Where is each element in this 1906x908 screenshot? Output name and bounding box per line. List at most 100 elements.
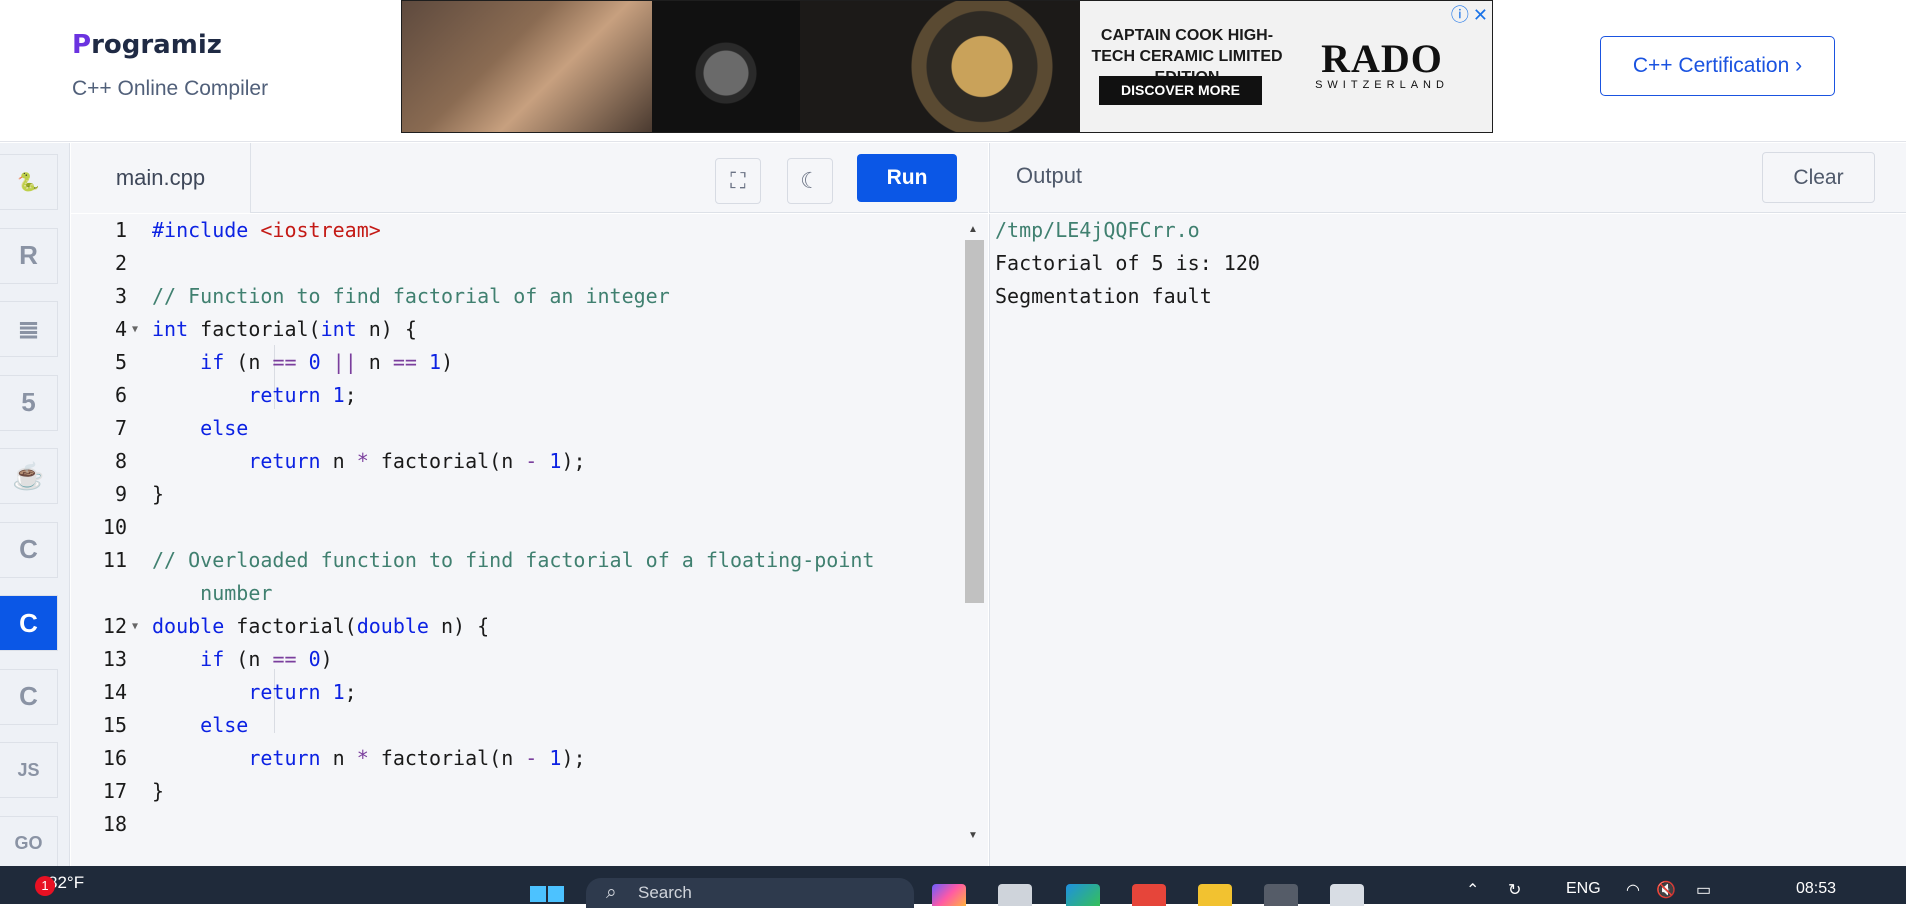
code-line[interactable]: 13 if (n == 0) xyxy=(71,643,971,676)
sidebar-item-c[interactable]: C xyxy=(0,521,58,578)
code-line[interactable]: 14 return 1; xyxy=(71,676,971,709)
file-tab-main-cpp[interactable]: main.cpp xyxy=(71,143,251,213)
ad-image-watch-closeup xyxy=(800,1,1080,132)
edge-browser-icon[interactable] xyxy=(1066,884,1100,906)
code-line[interactable]: 17} xyxy=(71,775,971,808)
ad-discover-more-button[interactable]: DISCOVER MORE xyxy=(1099,76,1262,105)
sidebar-item-r[interactable]: R xyxy=(0,227,58,284)
code-line[interactable]: 18 xyxy=(71,808,971,841)
line-number: 9 xyxy=(114,482,127,506)
sidebar-item-java[interactable]: ☕ xyxy=(0,448,58,504)
sidebar-item-sql[interactable]: ≣ xyxy=(0,301,58,357)
database-icon: ≣ xyxy=(17,313,40,344)
python-icon: 🐍 xyxy=(17,171,40,192)
chrome-icon[interactable] xyxy=(1264,884,1298,906)
code-line[interactable]: 1 #include <iostream> xyxy=(71,214,971,247)
code-text: return n * factorial(n - 1); xyxy=(248,449,586,473)
code-line[interactable]: 11 // Overloaded function to find factori… xyxy=(71,544,971,577)
line-number: 11 xyxy=(102,548,127,572)
code-text: // Function to find factorial of an inte… xyxy=(152,284,670,308)
ad-controls: ⓘ ✕ xyxy=(1447,1,1488,27)
line-number: 17 xyxy=(102,779,127,803)
scroll-down-arrow-icon[interactable]: ▼ xyxy=(968,830,978,841)
code-text: double factorial(double n) { xyxy=(152,614,490,638)
code-line[interactable]: 4 ▼ int factorial(int n) { xyxy=(71,313,971,346)
battery-icon[interactable]: ▭ xyxy=(1696,880,1711,900)
code-text: else xyxy=(200,416,249,440)
line-number: 13 xyxy=(102,647,127,671)
java-icon: ☕ xyxy=(12,460,45,491)
run-button[interactable]: Run xyxy=(857,154,957,202)
code-line[interactable]: 3 // Function to find factorial of an int… xyxy=(71,280,971,313)
csharp-icon: C xyxy=(19,681,38,711)
store-icon[interactable] xyxy=(1132,884,1166,906)
code-line[interactable]: 12 ▼ double factorial(double n) { xyxy=(71,610,971,643)
certification-button[interactable]: C++ Certification › xyxy=(1600,36,1835,96)
code-editor[interactable]: 1 #include <iostream> 2 3 // Function to fin… xyxy=(71,214,988,866)
windows-start-icon[interactable] xyxy=(530,886,564,904)
ad-brand-logo: RADO xyxy=(1321,36,1443,81)
output-title: Output xyxy=(1016,163,1083,188)
line-number: 7 xyxy=(114,416,127,440)
cpp-icon: C xyxy=(19,607,38,638)
code-line[interactable]: 2 xyxy=(71,247,971,280)
code-line[interactable]: 7 else xyxy=(71,412,971,445)
sidebar-item-html[interactable]: 5 xyxy=(0,374,58,431)
code-text: return n * factorial(n - 1); xyxy=(248,746,586,770)
line-number: 14 xyxy=(102,680,127,704)
output-line: Factorial of 5 is: 120 xyxy=(995,251,1260,275)
code-line[interactable]: 8 return n * factorial(n - 1); xyxy=(71,445,971,478)
sidebar-item-csharp[interactable]: C xyxy=(0,668,58,725)
code-line[interactable]: 15 else xyxy=(71,709,971,742)
html5-icon: 5 xyxy=(21,387,36,417)
fullscreen-button[interactable]: ⛶ xyxy=(715,158,761,204)
code-text: } xyxy=(152,482,165,506)
wifi-icon[interactable]: ◠ xyxy=(1626,880,1640,900)
line-number: 12 xyxy=(102,614,127,638)
moon-icon: ☾ xyxy=(800,168,820,193)
sidebar-item-cpp[interactable]: C xyxy=(0,595,58,651)
code-text: return 1; xyxy=(248,680,357,704)
fold-arrow-icon[interactable]: ▼ xyxy=(132,313,138,346)
scroll-up-arrow-icon[interactable]: ▲ xyxy=(968,224,978,235)
code-line[interactable]: number xyxy=(71,577,971,610)
clock-time[interactable]: 08:53 xyxy=(1796,880,1836,898)
site-header: Programiz C++ Online Compiler CAPTAIN CO… xyxy=(0,0,1906,142)
weather-notification-badge: 1 xyxy=(35,876,55,896)
line-number: 4 xyxy=(114,317,127,341)
output-header: Output Clear xyxy=(989,143,1906,213)
code-line[interactable]: 6 return 1; xyxy=(71,379,971,412)
output-line: /tmp/LE4jQQFCrr.o xyxy=(995,218,1200,242)
sidebar-item-js[interactable]: JS xyxy=(0,742,58,798)
code-line[interactable]: 16 return n * factorial(n - 1); xyxy=(71,742,971,775)
file-explorer-icon[interactable] xyxy=(1198,884,1232,906)
code-text: number xyxy=(200,581,273,605)
code-text: } xyxy=(152,779,165,803)
theme-toggle-button[interactable]: ☾ xyxy=(787,158,833,204)
advertisement-banner[interactable]: CAPTAIN COOK HIGH-TECH CERAMIC LIMITED E… xyxy=(401,0,1493,133)
ad-close-icon[interactable]: ✕ xyxy=(1473,5,1488,25)
tray-overflow-icon[interactable]: ⌃ xyxy=(1466,880,1479,900)
page-subtitle: C++ Online Compiler xyxy=(72,77,269,100)
language-sidebar: 🐍 R ≣ 5 ☕ C C C JS GO xyxy=(0,143,70,872)
ad-info-icon[interactable]: ⓘ xyxy=(1451,5,1469,25)
line-number: 3 xyxy=(114,284,127,308)
volume-muted-icon[interactable]: 🔇 xyxy=(1656,880,1676,900)
copilot-icon[interactable] xyxy=(932,884,966,906)
clear-button[interactable]: Clear xyxy=(1762,152,1875,203)
code-line[interactable]: 9} xyxy=(71,478,971,511)
language-indicator[interactable]: ENG xyxy=(1566,880,1601,898)
fullscreen-icon: ⛶ xyxy=(730,168,746,193)
code-line[interactable]: 10 xyxy=(71,511,971,544)
programiz-logo[interactable]: Programiz xyxy=(72,30,222,60)
editor-scrollbar[interactable]: ▲ ▼ xyxy=(963,224,984,844)
fold-arrow-icon[interactable]: ▼ xyxy=(132,610,138,643)
ad-image-watch xyxy=(652,1,800,132)
sidebar-item-python[interactable]: 🐍 xyxy=(0,154,58,210)
code-line[interactable]: 5 if (n == 0 || n == 1) xyxy=(71,346,971,379)
scrollbar-thumb[interactable] xyxy=(965,240,984,603)
sidebar-item-go[interactable]: GO xyxy=(0,815,58,872)
app-icon[interactable] xyxy=(1330,884,1364,906)
taskview-icon[interactable] xyxy=(998,884,1032,906)
refresh-icon[interactable]: ↻ xyxy=(1508,880,1521,900)
